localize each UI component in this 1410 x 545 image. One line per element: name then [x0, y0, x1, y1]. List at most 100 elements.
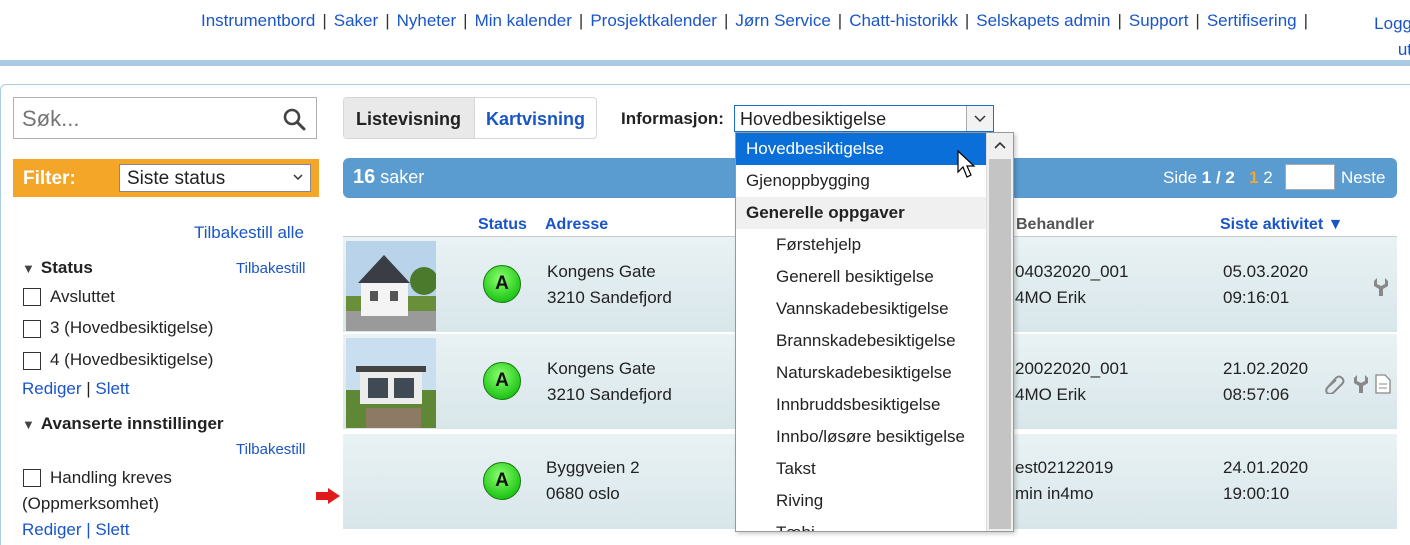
- page-link-2[interactable]: 2: [1263, 168, 1272, 187]
- logout-label-2[interactable]: ut: [1398, 40, 1410, 59]
- chevron-down-icon: [974, 115, 986, 123]
- dropdown-option[interactable]: Generell besiktigelse: [736, 261, 987, 293]
- activity-cell: 05.03.2020 09:16:01: [1223, 262, 1309, 307]
- wrench-icon[interactable]: [1352, 374, 1370, 394]
- status-badge: A: [483, 362, 521, 400]
- nav-item-1[interactable]: Saker: [334, 11, 378, 30]
- nav-item-2[interactable]: Nyheter: [397, 11, 457, 30]
- reset-all-link[interactable]: Tilbakestill alle: [194, 223, 304, 243]
- delete-link[interactable]: Slett: [95, 379, 129, 398]
- dropdown-option[interactable]: Gjenoppbygging: [736, 165, 987, 197]
- scrollbar-thumb[interactable]: [989, 159, 1011, 529]
- house-thumbnail: [346, 241, 436, 331]
- status-heading[interactable]: ▼ Status: [22, 258, 93, 278]
- nav-separator: |: [1117, 11, 1122, 30]
- status-heading-label: Status: [40, 258, 93, 277]
- next-page-link[interactable]: Neste: [1341, 168, 1385, 188]
- tab-map-label: Kartvisning: [486, 109, 586, 129]
- nav-item-6[interactable]: Chatt-historikk: [849, 11, 958, 30]
- activity-cell: 24.01.2020 19:00:10: [1223, 458, 1309, 503]
- nav-separator: |: [964, 11, 970, 30]
- status-checkbox-4[interactable]: [23, 352, 41, 370]
- column-last-activity[interactable]: Siste aktivitet ▼: [1220, 216, 1343, 234]
- advanced-edit-actions[interactable]: Rediger | Slett: [22, 520, 129, 540]
- dropdown-option[interactable]: Vannskadebesiktigelse: [736, 293, 987, 325]
- filter-bar: Filter: Siste status: [13, 159, 319, 197]
- status-badge: A: [483, 462, 521, 500]
- search-icon[interactable]: [282, 107, 306, 131]
- dropdown-option[interactable]: Innbruddsbesiktigelse: [736, 389, 987, 421]
- info-dropdown-list[interactable]: Hovedbesiktigelse Gjenoppbygging Generelle…: [735, 132, 1014, 532]
- paperclip-icon[interactable]: [1323, 374, 1345, 394]
- nav-item-8[interactable]: Support: [1129, 11, 1189, 30]
- status-option-label: Avsluttet: [50, 287, 115, 306]
- wrench-icon[interactable]: [1372, 277, 1390, 297]
- column-status[interactable]: Status: [478, 216, 527, 234]
- dropdown-option-label: Takst: [776, 459, 816, 478]
- page-link-1[interactable]: 1: [1249, 168, 1258, 187]
- info-select-button[interactable]: [966, 106, 993, 131]
- case-count: 16 saker: [353, 166, 425, 188]
- page-number-input[interactable]: [1285, 164, 1335, 190]
- dropdown-option-label: Riving: [776, 491, 824, 510]
- nav-item-3[interactable]: Min kalender: [475, 11, 572, 30]
- edit-link[interactable]: Rediger: [22, 379, 82, 398]
- dropdown-option[interactable]: Tæbi: [736, 517, 987, 531]
- dropdown-option[interactable]: Naturskadebesiktigelse: [736, 357, 987, 389]
- advanced-option-label: Handling kreves: [50, 468, 172, 487]
- column-handler[interactable]: Behandler: [1016, 216, 1094, 234]
- dropdown-option-label: Innbo/løsøre besiktigelse: [776, 427, 965, 446]
- address-cell: Kongens Gate 3210 Sandefjord: [547, 262, 672, 307]
- filter-select[interactable]: Siste status: [119, 164, 311, 192]
- logout-label-1[interactable]: Logg: [1374, 14, 1410, 33]
- mouse-cursor-icon: [957, 150, 976, 178]
- dropdown-option[interactable]: Hovedbesiktigelse: [736, 133, 987, 165]
- dropdown-option-label: Hovedbesiktigelse: [746, 139, 884, 158]
- dropdown-option[interactable]: Førstehjelp: [736, 229, 987, 261]
- chevron-up-icon[interactable]: [987, 133, 1013, 157]
- nav-item-7[interactable]: Selskapets admin: [976, 11, 1110, 30]
- info-select[interactable]: Hovedbesiktigelse: [734, 105, 994, 132]
- handler-cell: 04032020_001 4MO Erik: [1015, 262, 1129, 307]
- info-label: Informasjon:: [621, 109, 724, 128]
- dropdown-option[interactable]: Takst: [736, 453, 987, 485]
- dropdown-group-header: Generelle oppgaver: [736, 197, 987, 229]
- nav-item-9[interactable]: Sertifisering: [1207, 11, 1297, 30]
- nav-separator: |: [322, 11, 327, 30]
- nav-separator: |: [385, 11, 390, 30]
- search-input[interactable]: [20, 105, 274, 133]
- activity-cell: 21.02.2020 08:57:06: [1223, 359, 1309, 404]
- dropdown-option[interactable]: Brannskadebesiktigelse: [736, 325, 987, 357]
- advanced-heading-label: Avanserte innstillinger: [40, 414, 224, 433]
- document-icon[interactable]: [1375, 374, 1391, 394]
- handler-cell: est02122019 min in4mo: [1015, 458, 1114, 503]
- collapse-triangle-icon: ▼: [22, 261, 35, 276]
- nav-separator: |: [1303, 11, 1309, 30]
- dropdown-option-label: Førstehjelp: [776, 235, 862, 254]
- nav-item-0[interactable]: Instrumentbord: [201, 11, 315, 30]
- arrow-right-icon: [316, 488, 340, 504]
- chevron-down-icon: [293, 174, 303, 181]
- advanced-checkbox[interactable]: [23, 469, 41, 487]
- status-option-label: 4 (Hovedbesiktigelse): [50, 350, 214, 369]
- dropdown-option-label: Innbruddsbesiktigelse: [776, 395, 941, 414]
- dropdown-option[interactable]: Innbo/løsøre besiktigelse: [736, 421, 987, 453]
- address-cell: Byggveien 2 0680 oslo: [546, 458, 640, 503]
- status-checkbox-3[interactable]: [23, 320, 41, 338]
- nav-item-5[interactable]: Jørn Service: [735, 11, 830, 30]
- logout-link[interactable]: Logg ut: [1372, 11, 1410, 63]
- tab-listevisning[interactable]: Listevisning: [344, 98, 475, 138]
- status-reset-link[interactable]: Tilbakestill: [236, 260, 305, 277]
- nav-item-4[interactable]: Prosjektkalender: [590, 11, 717, 30]
- dropdown-option-label: Generelle oppgaver: [746, 203, 905, 222]
- search-box[interactable]: [13, 97, 317, 139]
- filter-label: Filter:: [23, 168, 76, 189]
- dropdown-scrollbar[interactable]: [986, 133, 1013, 531]
- advanced-heading[interactable]: ▼ Avanserte innstillinger: [22, 414, 224, 434]
- nav-separator: |: [1195, 11, 1200, 30]
- advanced-reset-link[interactable]: Tilbakestill: [236, 441, 305, 458]
- dropdown-option[interactable]: Riving: [736, 485, 987, 517]
- column-address[interactable]: Adresse: [545, 216, 608, 234]
- status-checkbox-avsluttet[interactable]: [23, 288, 41, 306]
- nav-links: Instrumentbord | Saker | Nyheter | Min kalende…: [201, 11, 1315, 31]
